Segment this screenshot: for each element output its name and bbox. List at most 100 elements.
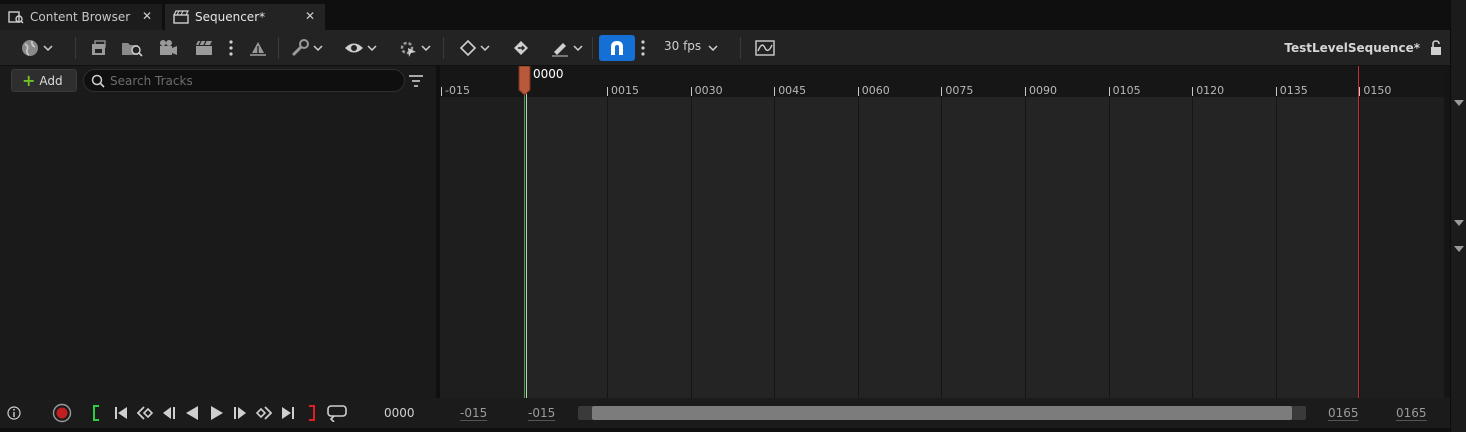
ruler-tick-label: 0135 bbox=[1279, 84, 1308, 97]
grid-line bbox=[1108, 97, 1110, 398]
settings-wrench-icon bbox=[291, 39, 309, 57]
chevron-down-icon[interactable] bbox=[1454, 100, 1464, 106]
visibility-dropdown[interactable] bbox=[342, 37, 378, 59]
lock-icon bbox=[1431, 40, 1441, 55]
jump-to-end-button[interactable] bbox=[279, 404, 297, 422]
ruler-tick-label: 0120 bbox=[1196, 84, 1225, 97]
ruler-tick-label: 0075 bbox=[945, 84, 974, 97]
edit-mode-icon bbox=[551, 43, 568, 57]
render-movie-button[interactable] bbox=[157, 37, 179, 59]
camera-cut-button[interactable] bbox=[193, 37, 215, 59]
loop-button[interactable] bbox=[326, 404, 348, 422]
record-button[interactable] bbox=[52, 403, 72, 423]
loop-icon bbox=[327, 405, 347, 422]
step-back-button[interactable] bbox=[159, 404, 177, 422]
grid-line bbox=[857, 97, 859, 398]
set-start-button[interactable] bbox=[90, 404, 102, 422]
chevron-down-icon bbox=[708, 45, 718, 51]
filter-button[interactable] bbox=[408, 73, 424, 89]
settings-dropdown[interactable] bbox=[288, 37, 324, 59]
edit-mode-dropdown[interactable] bbox=[548, 37, 584, 59]
save-button[interactable] bbox=[89, 37, 109, 59]
playback-start-marker[interactable] bbox=[524, 66, 525, 398]
curve-editor-button[interactable] bbox=[754, 37, 776, 59]
status-strip bbox=[0, 428, 1450, 432]
snap-toggle-button[interactable] bbox=[599, 35, 635, 61]
chevron-down-icon bbox=[420, 45, 431, 51]
tab-sequencer[interactable]: Sequencer* ✕ bbox=[165, 4, 325, 30]
tab-label: Content Browser bbox=[30, 10, 131, 24]
ruler-tick bbox=[690, 87, 692, 96]
grid-line bbox=[1025, 97, 1026, 398]
key-group-dropdown[interactable] bbox=[456, 37, 492, 59]
chevron-down-icon[interactable] bbox=[1454, 246, 1464, 252]
more-icon bbox=[229, 40, 233, 56]
info-button[interactable] bbox=[6, 404, 22, 422]
track-area[interactable] bbox=[440, 97, 1444, 398]
ruler-tick-label: 0045 bbox=[778, 84, 807, 97]
tab-content-browser[interactable]: Content Browser ✕ bbox=[0, 4, 162, 30]
more-options-button[interactable] bbox=[226, 37, 236, 59]
search-tracks-box[interactable] bbox=[83, 69, 405, 92]
view-start-field[interactable]: -015 bbox=[460, 406, 487, 420]
ruler-tick-label: 0150 bbox=[1363, 84, 1392, 97]
actor-to-sequencer-button[interactable] bbox=[247, 37, 269, 59]
save-icon bbox=[92, 40, 106, 55]
time-ruler[interactable]: -015 0015 0030 0045 0060 0075 0090 0105 0120 0135… bbox=[440, 66, 1444, 97]
key-auto-icon bbox=[514, 41, 528, 55]
world-icon bbox=[21, 40, 38, 56]
view-end-field[interactable]: 0165 bbox=[1396, 406, 1427, 420]
find-in-content-browser-icon bbox=[122, 43, 143, 57]
set-end-button[interactable] bbox=[306, 404, 318, 422]
snap-options-button[interactable] bbox=[637, 37, 649, 59]
chevron-down-icon[interactable] bbox=[1454, 220, 1464, 226]
jump-to-start-button[interactable] bbox=[112, 404, 130, 422]
set-start-bracket-icon bbox=[93, 405, 99, 421]
next-key-button[interactable] bbox=[255, 404, 273, 422]
ruler-tick-label: 0090 bbox=[1029, 84, 1057, 97]
actor-to-sequencer-icon bbox=[250, 42, 266, 56]
fps-dropdown[interactable] bbox=[706, 37, 720, 59]
search-tracks-input[interactable] bbox=[110, 73, 390, 88]
vertical-scrollbar[interactable] bbox=[1450, 0, 1466, 432]
ruler-tick bbox=[607, 87, 608, 96]
scrollbar-thumb[interactable] bbox=[592, 406, 1292, 420]
close-icon[interactable]: ✕ bbox=[140, 9, 154, 23]
transport-bar: 0000 -015 -015 0165 0165 bbox=[0, 398, 1450, 428]
lock-button[interactable] bbox=[1428, 37, 1444, 59]
play-button[interactable] bbox=[208, 404, 226, 422]
playhead-frame-label: 0000 bbox=[533, 67, 564, 81]
fps-label[interactable]: 30 fps bbox=[664, 39, 701, 53]
add-track-button[interactable]: + Add bbox=[11, 69, 77, 92]
step-forward-button[interactable] bbox=[232, 404, 250, 422]
playback-end-marker[interactable] bbox=[1358, 66, 1359, 398]
grid-line bbox=[1359, 97, 1361, 398]
jump-to-end-icon bbox=[282, 407, 294, 419]
current-frame-field[interactable]: 0000 bbox=[384, 406, 415, 420]
find-in-content-browser-button[interactable] bbox=[120, 37, 144, 59]
timeline-horizontal-scrollbar[interactable] bbox=[578, 406, 1306, 420]
record-icon bbox=[52, 403, 72, 423]
playhead-handle[interactable] bbox=[518, 65, 531, 96]
play-reverse-button[interactable] bbox=[183, 404, 201, 422]
ruler-tick bbox=[774, 87, 776, 96]
world-button[interactable] bbox=[16, 37, 56, 59]
working-start-field[interactable]: -015 bbox=[528, 406, 555, 420]
grid-line bbox=[941, 97, 943, 398]
grid-line bbox=[1192, 97, 1194, 398]
auto-key-button[interactable] bbox=[510, 37, 532, 59]
close-icon[interactable]: ✕ bbox=[303, 9, 317, 23]
render-movie-icon bbox=[160, 40, 177, 55]
sequence-name[interactable]: TestLevelSequence* bbox=[1250, 41, 1420, 55]
ruler-tick-label: -015 bbox=[445, 84, 470, 97]
ruler-tick bbox=[1108, 87, 1110, 96]
grid-line bbox=[774, 97, 776, 398]
working-end-field[interactable]: 0165 bbox=[1328, 406, 1359, 420]
plus-icon: + bbox=[22, 70, 36, 90]
previous-key-button[interactable] bbox=[136, 404, 154, 422]
ruler-tick bbox=[441, 87, 442, 96]
playback-options-dropdown[interactable] bbox=[396, 37, 432, 59]
visibility-eye-icon bbox=[344, 43, 363, 53]
ruler-tick bbox=[857, 87, 859, 96]
grid-line bbox=[690, 97, 692, 398]
